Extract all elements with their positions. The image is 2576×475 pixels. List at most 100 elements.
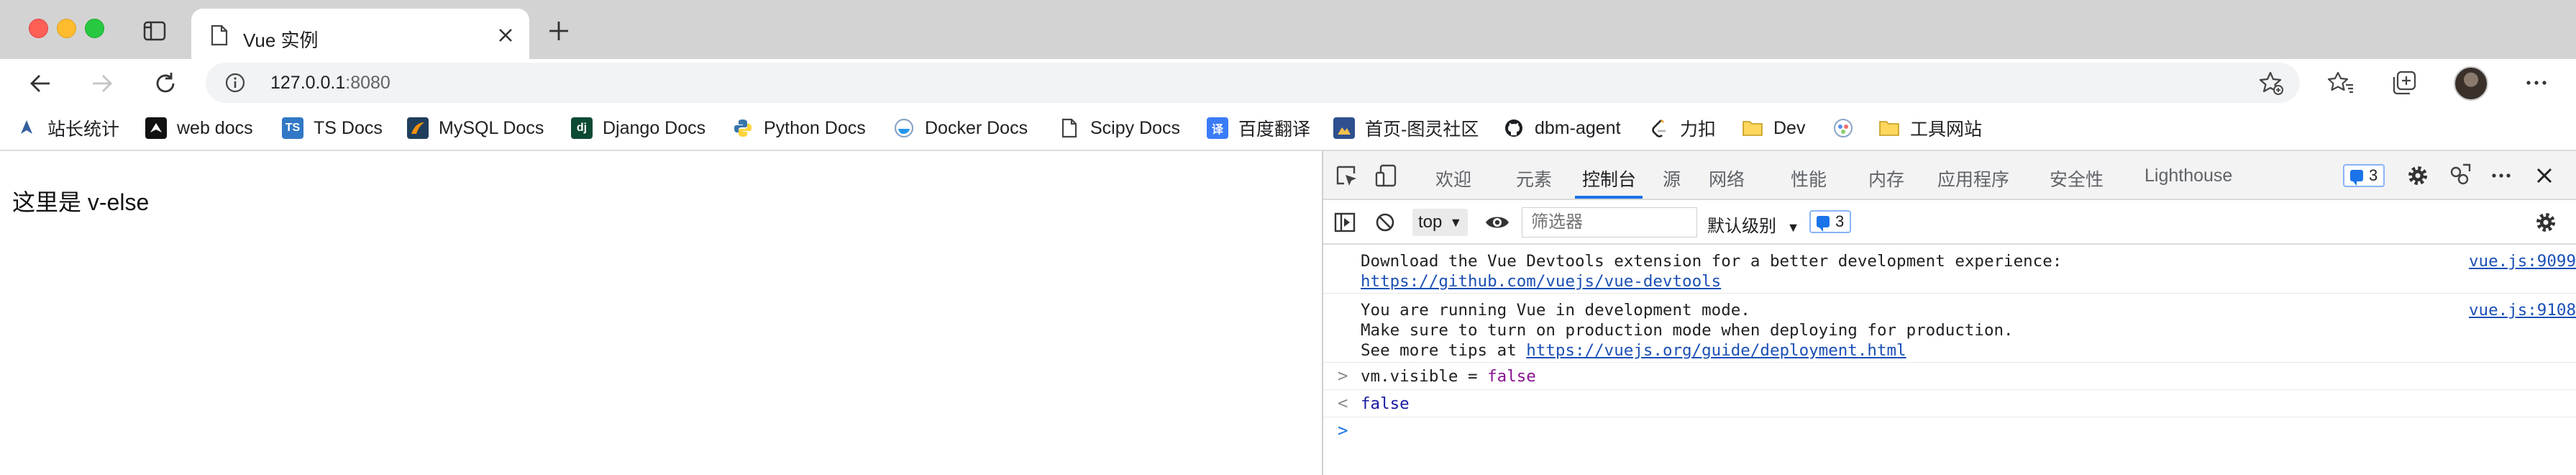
tab-sources[interactable]: 源 <box>1663 166 1681 191</box>
translate-icon: 译 <box>1207 117 1228 139</box>
bookmark-item[interactable]: Scipy Docs <box>1059 115 1180 141</box>
bookmark-folder[interactable]: Dev <box>1742 115 1805 141</box>
tab-lighthouse[interactable]: Lighthouse <box>2145 166 2232 186</box>
bookmark-label: 力扣 <box>1680 119 1717 140</box>
settings-gear-icon[interactable] <box>2405 163 2431 189</box>
bookmark-item[interactable]: MySQL Docs <box>407 115 544 141</box>
tab-memory[interactable]: 内存 <box>1868 166 1904 191</box>
new-tab-button[interactable] <box>547 19 571 43</box>
tab-network[interactable]: 网络 <box>1709 166 1745 191</box>
close-tab-icon[interactable] <box>496 26 515 45</box>
console-result-entry: < false <box>1323 390 2576 417</box>
eye-icon[interactable] <box>1483 210 1512 235</box>
console-source-link[interactable]: vue.js:9099 <box>2469 252 2576 271</box>
console-message-text: Make sure to turn on production mode whe… <box>1361 321 2014 340</box>
close-devtools-icon[interactable] <box>2531 163 2557 189</box>
mdn-icon <box>145 117 167 139</box>
context-select[interactable]: top ▼ <box>1412 209 1469 236</box>
log-level-value: 默认级别 <box>1707 217 1776 236</box>
bookmark-label: Dev <box>1773 117 1806 138</box>
bookmark-item[interactable]: 站长统计 <box>16 115 119 141</box>
device-emulation-icon[interactable] <box>1374 163 1399 189</box>
bookmark-label: MySQL Docs <box>439 117 544 138</box>
django-icon: dj <box>571 117 593 139</box>
more-options-icon[interactable] <box>2521 68 2552 98</box>
tab-elements[interactable]: 元素 <box>1516 166 1552 191</box>
bookmark-label: Scipy Docs <box>1090 117 1181 138</box>
rocket-icon <box>16 117 37 139</box>
bookmark-item[interactable] <box>1832 115 1864 141</box>
message-icon <box>2350 170 2363 186</box>
tab-application[interactable]: 应用程序 <box>1937 166 2009 191</box>
tab-console[interactable]: 控制台 <box>1582 166 1636 191</box>
tab-strip: Vue 实例 <box>0 0 2576 60</box>
site-info-icon[interactable] <box>224 72 246 94</box>
console-message-text: Download the Vue Devtools extension for … <box>1361 252 2063 271</box>
issues-badge[interactable]: 3 <box>2343 164 2385 187</box>
url-text[interactable]: 127.0.0.1:8080 <box>270 73 390 94</box>
console-message-link[interactable]: https://github.com/vuejs/vue-devtools <box>1361 272 1721 291</box>
messages-badge[interactable]: 3 <box>1809 210 1852 233</box>
active-tab-indicator <box>1575 196 1643 199</box>
console-message-text: You are running Vue in development mode. <box>1361 301 1750 320</box>
console-settings-gear-icon[interactable] <box>2533 210 2559 235</box>
folder-icon <box>1742 117 1763 139</box>
tab-performance[interactable]: 性能 <box>1791 166 1827 191</box>
document-icon <box>210 24 229 46</box>
refresh-button[interactable] <box>150 68 181 99</box>
minimize-window-button[interactable] <box>57 19 76 38</box>
maximize-window-button[interactable] <box>85 19 104 38</box>
forward-button[interactable] <box>86 68 118 99</box>
tab-actions-icon[interactable] <box>142 19 167 43</box>
console-source-link[interactable]: vue.js:9108 <box>2469 301 2576 320</box>
bookmark-item[interactable]: dj Django Docs <box>571 115 705 141</box>
devtools-panel: 欢迎 元素 控制台 源 网络 性能 内存 应用程序 安全性 Lighthouse… <box>1322 151 2576 475</box>
input-expression: vm.visible = <box>1361 367 1488 386</box>
favorites-icon[interactable] <box>2326 68 2356 98</box>
collections-icon[interactable] <box>2389 68 2419 98</box>
mysql-icon <box>407 117 429 139</box>
messages-count: 3 <box>1835 212 1845 230</box>
console-message-link[interactable]: https://vuejs.org/guide/deployment.html <box>1526 341 1906 360</box>
bookmark-label: 站长统计 <box>47 119 120 140</box>
input-value: false <box>1487 367 1536 386</box>
tab-vue-instance[interactable]: Vue 实例 <box>191 9 529 60</box>
tab-security[interactable]: 安全性 <box>2050 166 2104 191</box>
bookmark-folder[interactable]: 工具网站 <box>1878 115 1982 141</box>
inspect-element-icon[interactable] <box>1333 163 1359 189</box>
leetcode-icon <box>1648 117 1670 139</box>
page-viewport: 这里是 v-else <box>0 151 1322 475</box>
url-port: :8080 <box>345 73 390 93</box>
bookmark-item[interactable]: Python Docs <box>732 115 866 141</box>
bookmark-item[interactable]: 首页-图灵社区 <box>1333 115 1479 141</box>
navigation-toolbar: 127.0.0.1:8080 <box>0 59 2576 107</box>
more-tools-icon[interactable] <box>2488 163 2514 189</box>
bookmark-item[interactable]: TS TS Docs <box>282 115 383 141</box>
bookmark-label: Python Docs <box>764 117 866 138</box>
filter-input[interactable] <box>1522 207 1697 238</box>
document-icon <box>1059 117 1080 139</box>
bookmark-label: dbm-agent <box>1535 117 1621 138</box>
github-icon <box>1503 117 1525 139</box>
add-favorite-icon[interactable] <box>2258 70 2284 96</box>
dropdown-arrow-icon: ▼ <box>1786 220 1800 235</box>
bookmark-item[interactable]: Docker Docs <box>893 115 1028 141</box>
bookmark-item[interactable]: web docs <box>145 115 253 141</box>
clear-console-icon[interactable] <box>1372 210 1398 235</box>
console-prompt[interactable]: > <box>1323 417 2576 446</box>
tab-welcome[interactable]: 欢迎 <box>1435 166 1471 191</box>
profile-avatar[interactable] <box>2454 66 2488 101</box>
sidebar-toggle-icon[interactable] <box>1332 210 1358 235</box>
close-window-button[interactable] <box>29 19 48 38</box>
back-button[interactable] <box>24 68 56 99</box>
console-message-text-with-link: See more tips at https://vuejs.org/guide… <box>1361 341 1906 360</box>
log-level-select[interactable]: 默认级别 ▼ <box>1707 212 1800 237</box>
bookmark-item[interactable]: dbm-agent <box>1503 115 1621 141</box>
remote-devices-icon[interactable] <box>2447 163 2472 189</box>
bookmark-item[interactable]: 力扣 <box>1648 115 1716 141</box>
bookmarks-bar: 站长统计 web docs TS TS Docs MySQL Docs dj D… <box>0 107 2576 151</box>
address-bar[interactable]: 127.0.0.1:8080 <box>206 63 2300 103</box>
ts-icon: TS <box>282 117 303 139</box>
input-chevron-icon: > <box>1338 366 1348 386</box>
bookmark-item[interactable]: 译 百度翻译 <box>1207 115 1310 141</box>
